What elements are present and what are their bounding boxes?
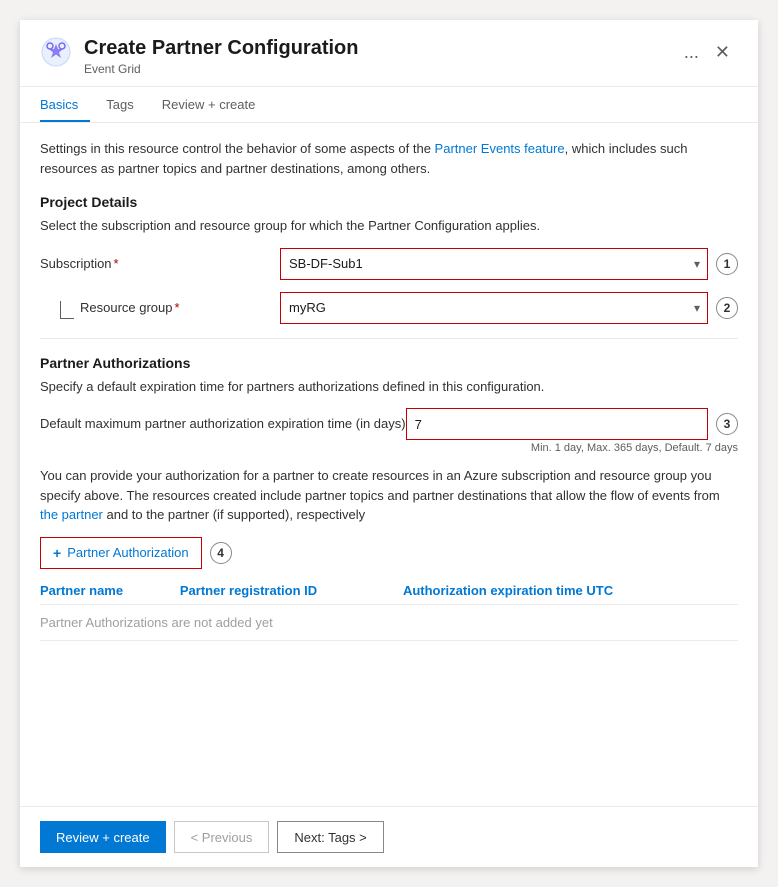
plus-icon: + [53, 545, 61, 561]
partner-table-body: Partner Authorizations are not added yet [40, 604, 738, 640]
tab-bar: Basics Tags Review + create [20, 87, 758, 123]
subscription-select[interactable]: SB-DF-Sub1 [280, 248, 708, 280]
empty-message: Partner Authorizations are not added yet [40, 604, 738, 640]
section-divider [40, 338, 738, 339]
col-auth-expiration: Authorization expiration time UTC [403, 577, 738, 605]
table-row: Partner Authorizations are not added yet [40, 604, 738, 640]
partner-auth-title: Partner Authorizations [40, 355, 738, 371]
days-badge: 3 [716, 413, 738, 435]
tab-review-create[interactable]: Review + create [162, 87, 268, 122]
resource-group-row: Resource group * myRG ▾ 2 [40, 292, 738, 324]
tab-basics[interactable]: Basics [40, 87, 90, 122]
resource-group-badge: 2 [716, 297, 738, 319]
content-area: Settings in this resource control the be… [20, 123, 758, 806]
panel-title: Create Partner Configuration [84, 36, 668, 60]
partner-table: Partner name Partner registration ID Aut… [40, 577, 738, 641]
footer: Review + create < Previous Next: Tags > [20, 806, 758, 867]
partner-authorizations-section: Partner Authorizations Specify a default… [40, 355, 738, 641]
partner-events-link[interactable]: Partner Events feature [435, 141, 565, 156]
partner-auth-desc: Specify a default expiration time for pa… [40, 377, 738, 397]
service-icon [40, 36, 72, 68]
subscription-required: * [114, 256, 119, 271]
partner-link[interactable]: the partner [40, 507, 103, 522]
subscription-control-wrap: SB-DF-Sub1 ▾ [280, 248, 708, 280]
resource-group-label: Resource group [80, 300, 173, 315]
partner-info-text: You can provide your authorization for a… [40, 466, 738, 525]
subscription-badge: 1 [716, 253, 738, 275]
col-partner-reg-id: Partner registration ID [180, 577, 403, 605]
days-input[interactable] [406, 408, 708, 440]
days-input-wrap [406, 408, 708, 440]
subscription-row: Subscription* SB-DF-Sub1 ▾ 1 [40, 248, 738, 280]
add-partner-label: Partner Authorization [67, 545, 188, 560]
panel-header: Create Partner Configuration Event Grid … [20, 20, 758, 87]
add-partner-row: + Partner Authorization 4 [40, 537, 738, 569]
resource-group-label-wrap: Resource group * [40, 300, 280, 315]
subscription-label: Subscription* [40, 256, 280, 271]
panel-close-button[interactable]: ✕ [707, 38, 738, 67]
previous-button[interactable]: < Previous [174, 821, 270, 853]
resource-group-select[interactable]: myRG [280, 292, 708, 324]
panel-title-group: Create Partner Configuration Event Grid [84, 36, 668, 76]
main-panel: Create Partner Configuration Event Grid … [20, 20, 758, 867]
days-label: Default maximum partner authorization ex… [40, 408, 406, 431]
partner-table-header: Partner name Partner registration ID Aut… [40, 577, 738, 605]
review-create-button[interactable]: Review + create [40, 821, 166, 853]
panel-menu-button[interactable]: ... [676, 38, 707, 67]
next-tags-button[interactable]: Next: Tags > [277, 821, 383, 853]
partner-table-header-row: Partner name Partner registration ID Aut… [40, 577, 738, 605]
tab-tags[interactable]: Tags [106, 87, 145, 122]
days-hint: Min. 1 day, Max. 365 days, Default. 7 da… [406, 442, 738, 454]
col-partner-name: Partner name [40, 577, 180, 605]
resource-group-control-wrap: myRG ▾ [280, 292, 708, 324]
add-partner-button[interactable]: + Partner Authorization [40, 537, 202, 569]
intro-text: Settings in this resource control the be… [40, 139, 738, 178]
resource-group-required: * [175, 300, 180, 315]
project-details-title: Project Details [40, 194, 738, 210]
add-partner-badge: 4 [210, 542, 232, 564]
panel-subtitle: Event Grid [84, 62, 668, 76]
tree-line-icon [60, 301, 74, 319]
project-details-desc: Select the subscription and resource gro… [40, 216, 738, 236]
days-row: Default maximum partner authorization ex… [40, 408, 738, 454]
